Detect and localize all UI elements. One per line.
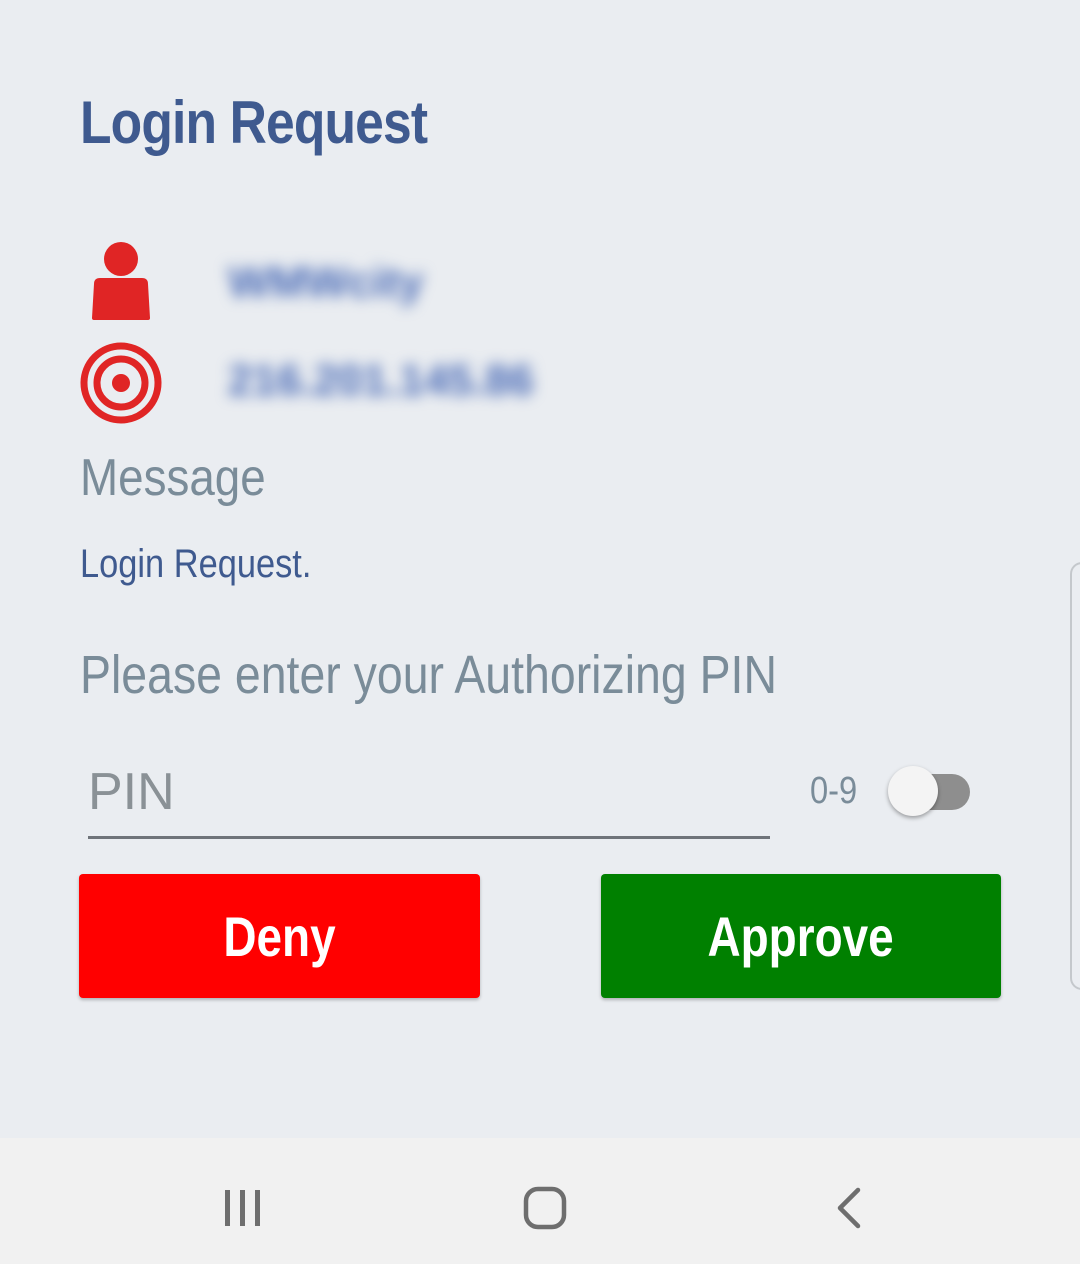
deny-button[interactable]: Deny bbox=[79, 874, 480, 998]
numeric-keypad-toggle[interactable] bbox=[888, 766, 972, 818]
back-button[interactable] bbox=[808, 1168, 888, 1248]
message-text: Login Request. bbox=[80, 542, 312, 586]
pin-field bbox=[88, 750, 770, 839]
username-value: WMWcity bbox=[228, 258, 424, 307]
deny-button-label: Deny bbox=[223, 904, 336, 968]
pin-prompt: Please enter your Authorizing PIN bbox=[80, 645, 777, 705]
toggle-thumb bbox=[888, 766, 938, 816]
numeric-keypad-label: 0-9 bbox=[810, 770, 858, 812]
user-icon bbox=[92, 242, 150, 320]
edge-panel-handle[interactable] bbox=[1070, 562, 1080, 990]
login-request-screen: Login Request WMWcity 216.201.145.86 Mes… bbox=[0, 0, 1080, 1138]
target-icon bbox=[80, 342, 162, 424]
pin-input[interactable] bbox=[88, 754, 758, 830]
home-icon bbox=[523, 1186, 567, 1230]
system-navigation-bar bbox=[0, 1138, 1080, 1264]
home-button[interactable] bbox=[505, 1168, 585, 1248]
recent-apps-button[interactable] bbox=[203, 1168, 283, 1248]
approve-button[interactable]: Approve bbox=[601, 874, 1001, 998]
page-title: Login Request bbox=[80, 89, 428, 156]
message-label: Message bbox=[80, 449, 266, 507]
approve-button-label: Approve bbox=[707, 904, 895, 968]
ip-address-value: 216.201.145.86 bbox=[228, 356, 534, 405]
back-icon bbox=[837, 1187, 861, 1229]
recent-apps-icon bbox=[225, 1190, 260, 1226]
